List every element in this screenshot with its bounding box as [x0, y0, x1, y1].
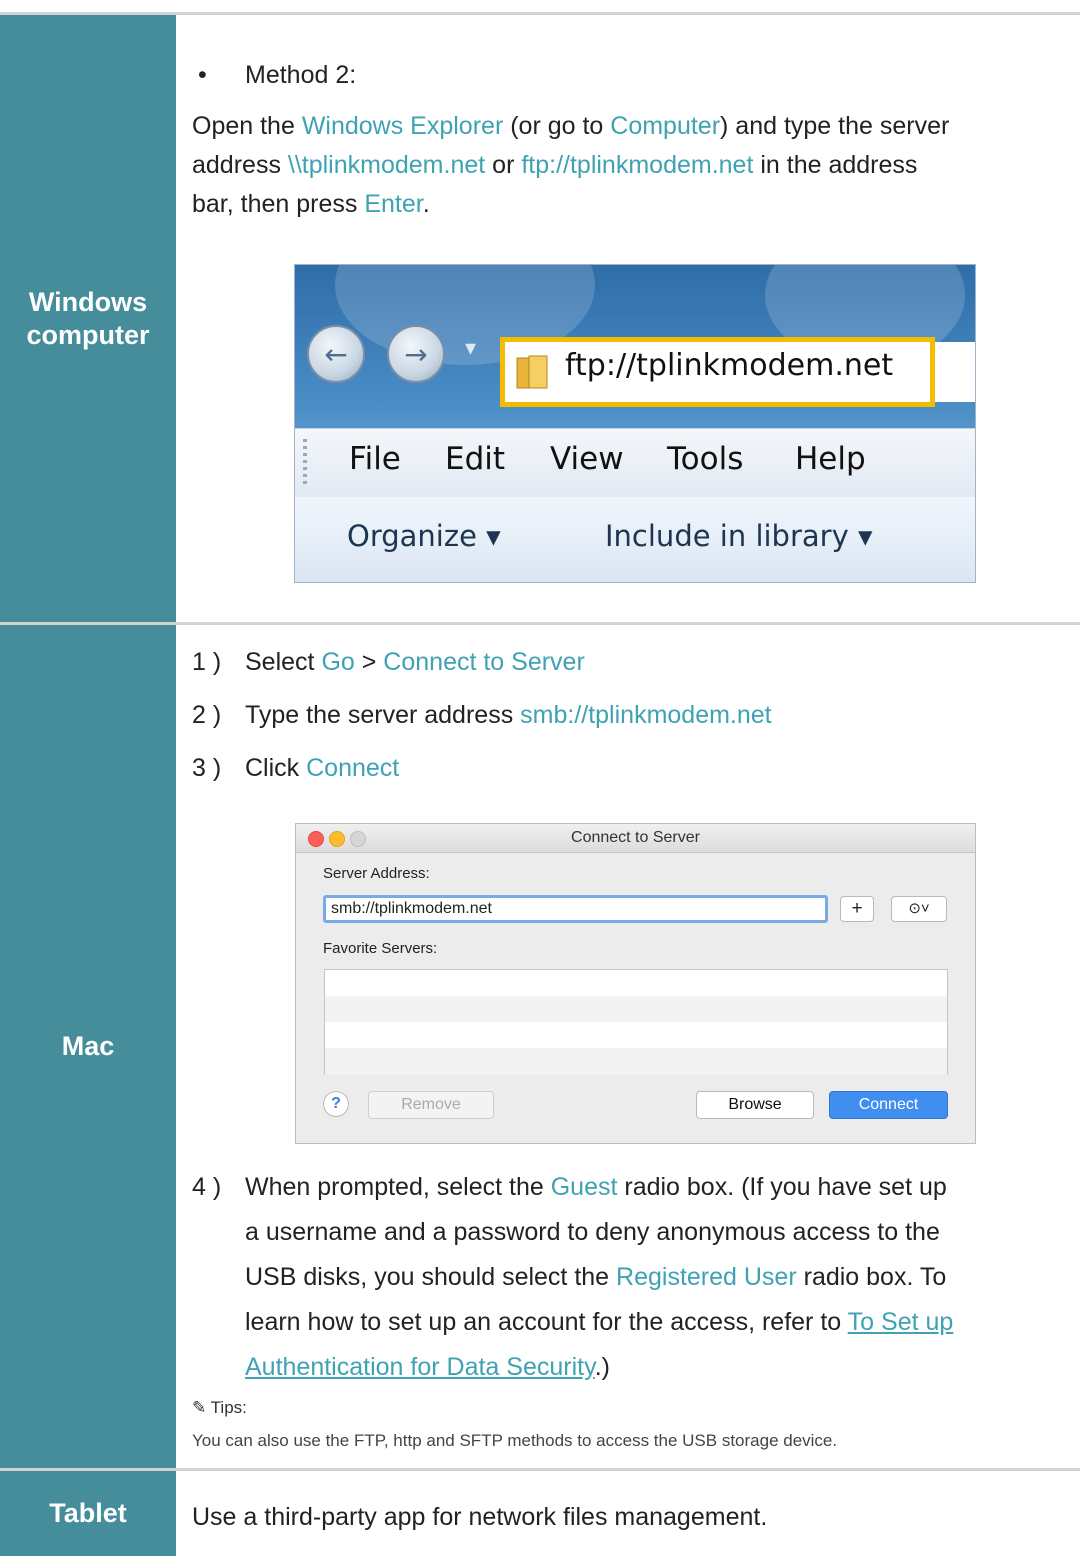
recent-pages-dropdown-icon[interactable]: ▾ [465, 335, 476, 361]
text: .) [594, 1353, 611, 1381]
unc-address: \\tplinkmodem.net [287, 151, 486, 179]
browse-button[interactable]: Browse [696, 1091, 814, 1119]
mac-row-label: Mac [0, 625, 176, 1468]
folder-icon [516, 355, 548, 389]
text: Select [245, 648, 322, 676]
list-item [325, 970, 947, 996]
text: or [485, 151, 522, 179]
tips-body: You can also use the FTP, http and SFTP … [192, 1431, 838, 1450]
windows-explorer-screenshot: ← → ▾ ftp://tplinkmodem.net File Edit Vi… [294, 264, 976, 583]
back-button[interactable]: ← [307, 325, 365, 383]
text: address [192, 151, 288, 179]
enter-key-term: Enter [364, 190, 423, 218]
connect-button[interactable]: Connect [829, 1091, 948, 1119]
bullet: • [198, 61, 207, 89]
mac-step-2: 2 ) Type the server address smb://tplink… [192, 696, 1080, 735]
menu-help[interactable]: Help [795, 441, 866, 477]
registered-user-term: Registered User [616, 1263, 797, 1291]
forward-button[interactable]: → [387, 325, 445, 383]
text: Click [245, 754, 307, 782]
authentication-link-continued[interactable]: Authentication for Data Security [245, 1353, 595, 1381]
help-icon[interactable]: ? [323, 1091, 349, 1117]
mac-step-3: 3 ) Click Connect [192, 749, 1080, 788]
forward-arrow-icon: → [404, 337, 428, 371]
tips-heading: ✎ Tips: [192, 1398, 247, 1418]
step-number: 1 ) [192, 648, 222, 676]
menu-file[interactable]: File [349, 441, 401, 477]
address-bar-value: ftp://tplinkmodem.net [565, 348, 894, 383]
back-arrow-icon: ← [324, 337, 348, 371]
step-number: 3 ) [192, 754, 222, 782]
paperclip-icon: ✎ [192, 1398, 207, 1417]
dialog-titlebar: Connect to Server [296, 824, 975, 853]
windows-explorer-term: Windows Explorer [301, 112, 504, 140]
recent-servers-button[interactable]: ⊙˅ [891, 896, 947, 922]
windows-row-label: Windows computer [0, 15, 176, 622]
menu-edit[interactable]: Edit [445, 441, 505, 477]
text: USB disks, you should select the [245, 1263, 617, 1291]
server-address-input[interactable]: smb://tplinkmodem.net [323, 895, 828, 923]
computer-term: Computer [610, 112, 721, 140]
text: in the address [753, 151, 918, 179]
windows-instructions: Open the Windows Explorer (or go to Comp… [192, 107, 1080, 224]
organize-button[interactable]: Organize ▾ [347, 519, 501, 553]
text: radio box. To [796, 1263, 947, 1291]
address-bar[interactable]: ftp://tplinkmodem.net [500, 337, 935, 407]
mac-step-4: 4 ) When prompted, select the Guest radi… [192, 1168, 1080, 1381]
connect-to-server-term: Connect to Server [383, 648, 585, 676]
authentication-link[interactable]: To Set up [848, 1308, 954, 1336]
connect-term: Connect [306, 754, 400, 782]
favorite-servers-label: Favorite Servers: [323, 940, 438, 957]
text: When prompted, select the [245, 1173, 551, 1201]
include-in-library-button[interactable]: Include in library ▾ [605, 519, 873, 553]
text: Type the server address [245, 701, 521, 729]
menu-tools[interactable]: Tools [667, 441, 743, 477]
favorite-servers-list[interactable] [324, 969, 948, 1074]
text: learn how to set up an account for the a… [245, 1308, 848, 1336]
command-bar: Organize ▾ Include in library ▾ [295, 497, 975, 582]
smb-address: smb://tplinkmodem.net [520, 701, 772, 729]
step-number: 2 ) [192, 701, 222, 729]
text: Open the [192, 112, 302, 140]
text: > [354, 648, 384, 676]
text: bar, then press [192, 190, 365, 218]
ftp-address: ftp://tplinkmodem.net [521, 151, 754, 179]
text: a username and a password to deny anonym… [245, 1218, 940, 1246]
server-address-label: Server Address: [323, 865, 430, 882]
guest-term: Guest [550, 1173, 618, 1201]
tablet-text: Use a third-party app for network files … [192, 1503, 768, 1531]
tips-title: Tips: [210, 1398, 247, 1417]
connect-to-server-dialog: Connect to Server Server Address: smb://… [295, 823, 976, 1144]
remove-button[interactable]: Remove [368, 1091, 494, 1119]
dialog-title: Connect to Server [571, 829, 700, 846]
tablet-row-label: Tablet [0, 1471, 176, 1556]
menu-view[interactable]: View [550, 441, 624, 477]
list-item [325, 996, 947, 1022]
go-menu-term: Go [321, 648, 355, 676]
address-bar-extension [935, 342, 975, 402]
list-item [325, 1048, 947, 1074]
list-item [325, 1022, 947, 1048]
add-favorite-button[interactable]: + [840, 896, 874, 922]
method-title: Method 2: [245, 61, 357, 89]
text: ) and type the server [720, 112, 950, 140]
mac-step-1: 1 ) Select Go > Connect to Server [192, 643, 1080, 682]
menu-bar: File Edit View Tools Help [295, 428, 975, 498]
step-number: 4 ) [192, 1173, 222, 1201]
method-2-heading: • Method 2: [192, 56, 1080, 95]
text: radio box. (If you have set up [617, 1173, 947, 1201]
toolbar-grip [303, 439, 307, 487]
text: (or go to [503, 112, 611, 140]
text: . [422, 190, 430, 218]
